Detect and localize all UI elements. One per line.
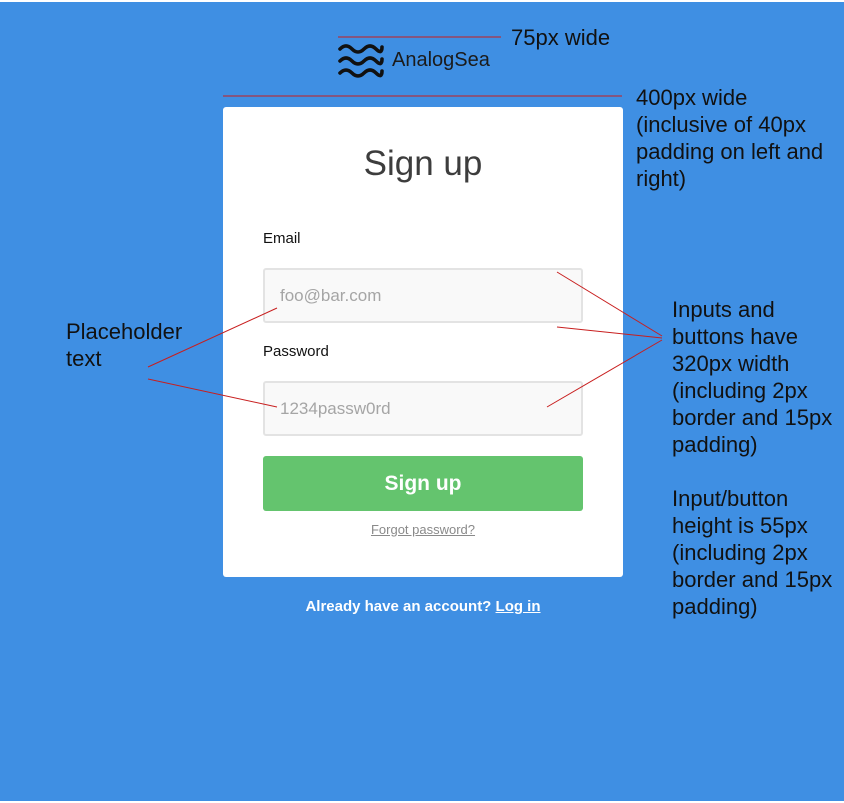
annotation-line-input-mid: [556, 326, 663, 339]
annotation-card-width: 400px wide (inclusive of 40px padding on…: [636, 85, 824, 191]
annotation-line-placeholder-password: [147, 378, 278, 408]
annotation-line-input-bottom: [546, 339, 663, 408]
annotation-line-input-top: [556, 271, 663, 337]
annotation-placeholder: Placeholder text: [66, 319, 183, 371]
annotation-logo-width: 75px wide: [511, 25, 611, 50]
annotation-inputs-width: Inputs and buttons have 320px width (inc…: [672, 297, 833, 457]
annotation-height: Input/button height is 55px (including 2…: [672, 486, 833, 619]
